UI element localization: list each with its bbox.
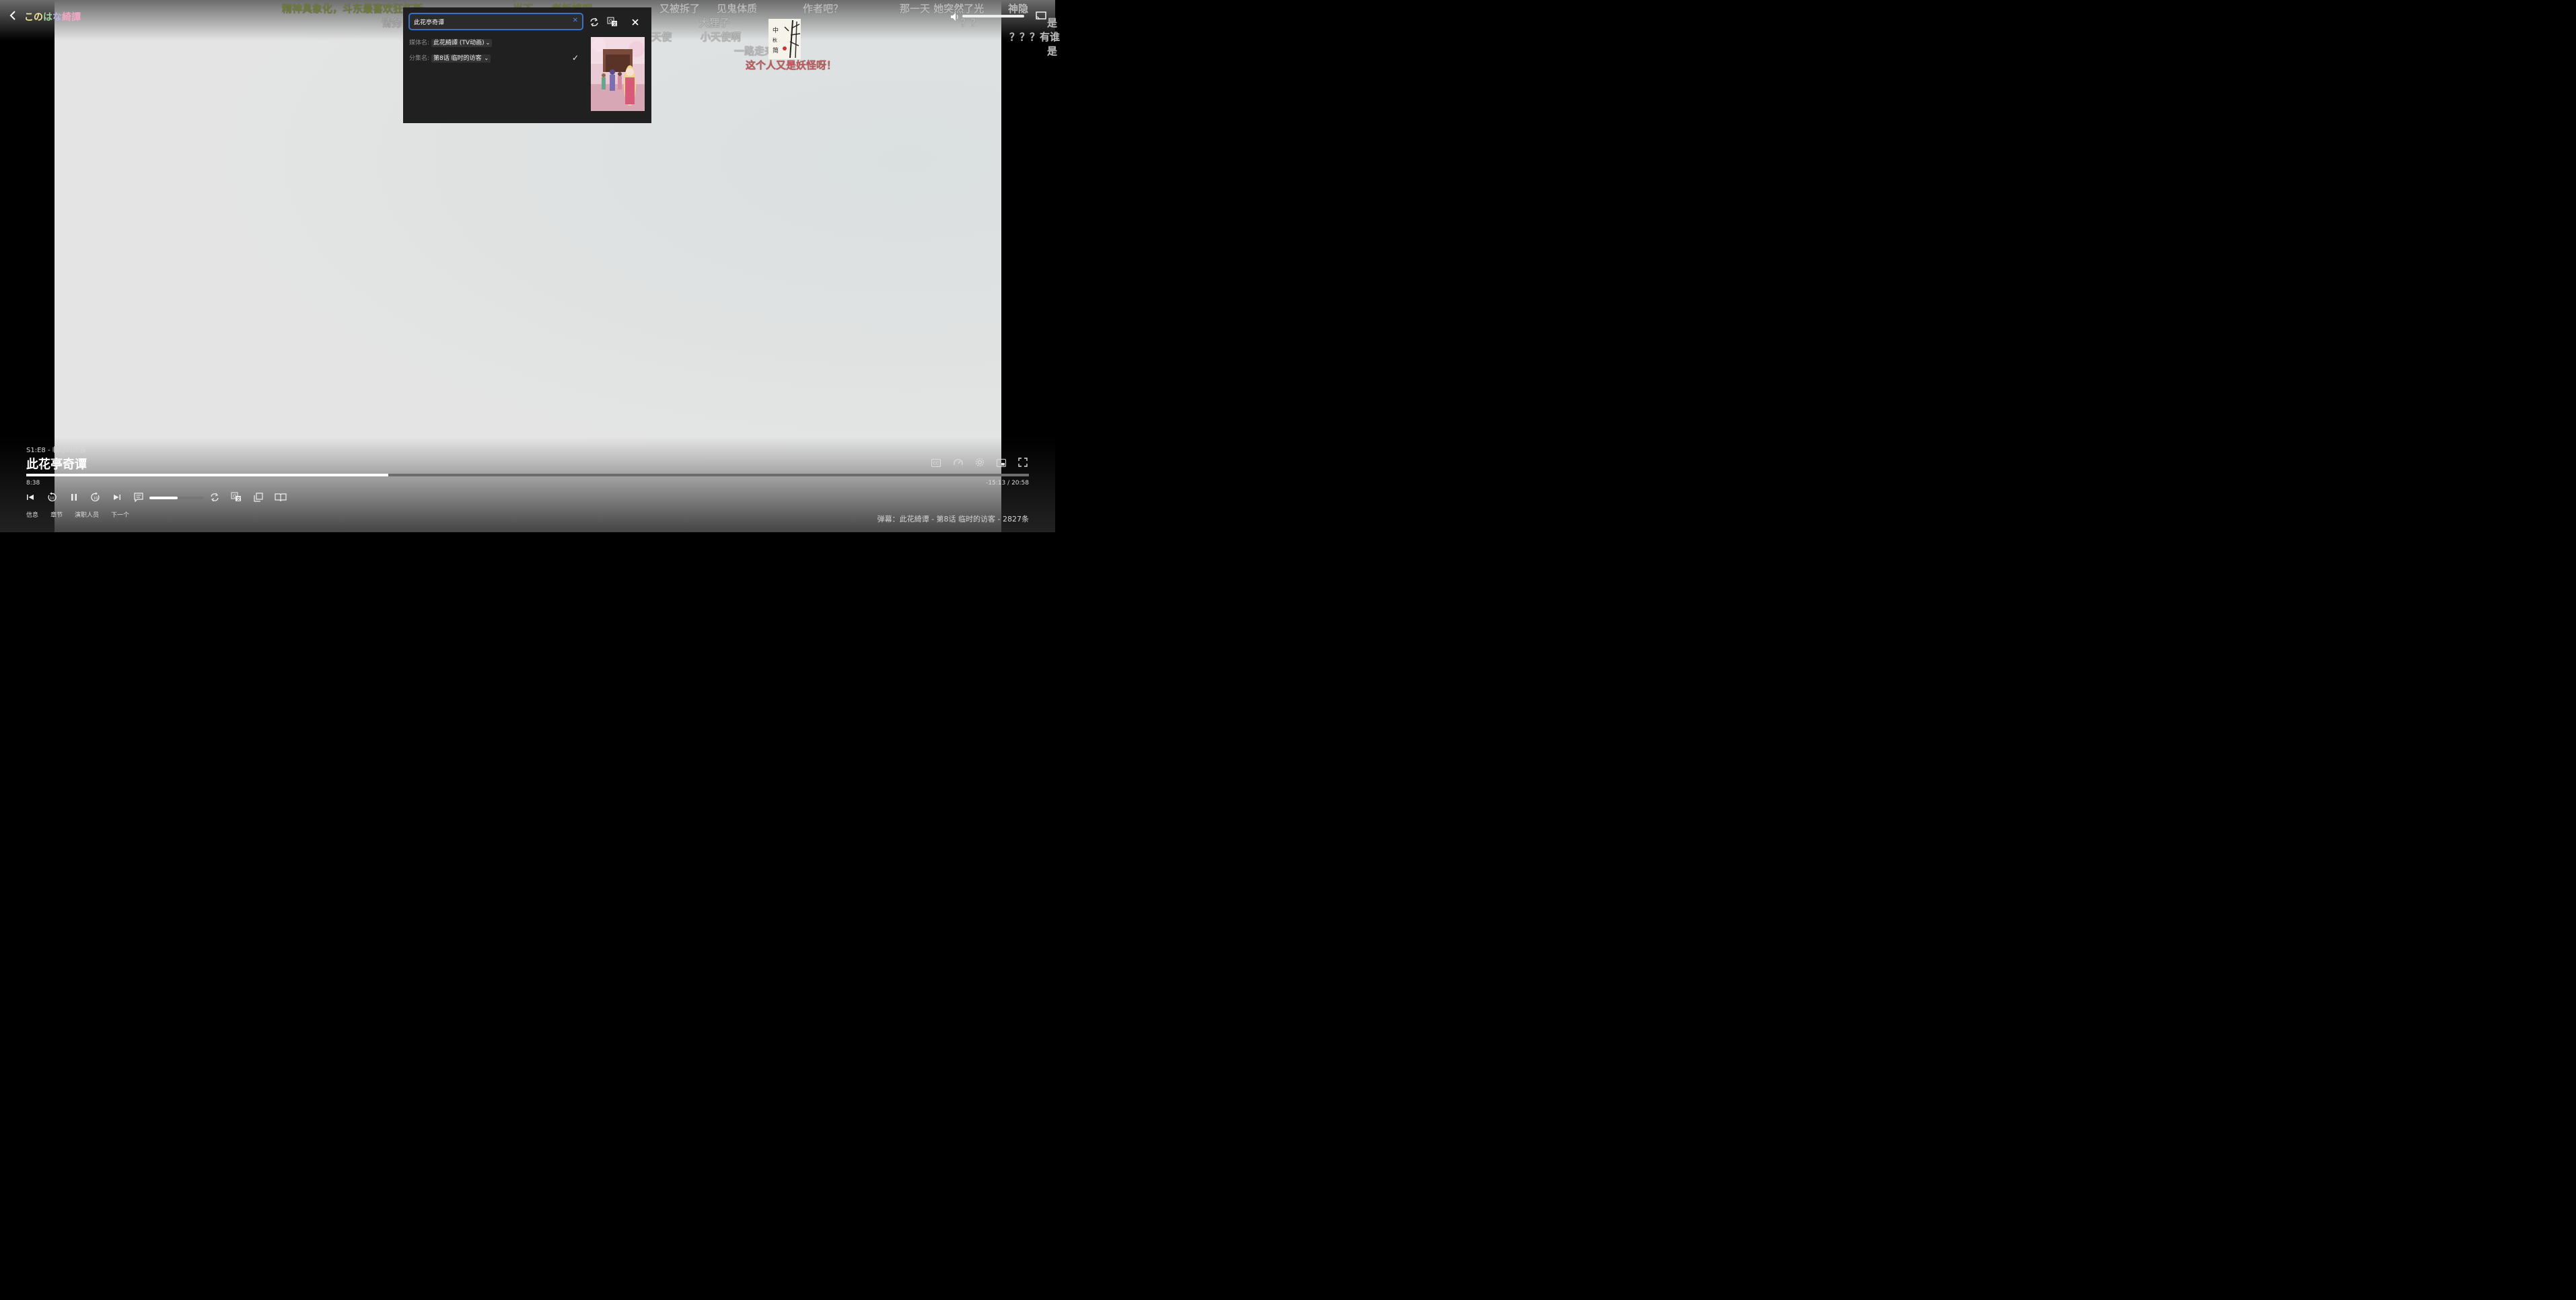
media-select[interactable]: 此花綺譚 (TV动画) ⌄ [431,39,493,47]
tab-next[interactable]: 下一个 [111,512,129,519]
danmaku-comment: 小天使啊 [701,31,742,43]
subtitles-icon[interactable]: CC [931,457,941,467]
danmaku-comment: ？？ [960,17,981,29]
picture-in-picture-icon[interactable] [997,457,1006,467]
anime-poster-image [591,37,645,111]
danmaku-comment: 作者吧？ [803,3,844,15]
svg-text:CC: CC [933,462,939,466]
book-icon[interactable] [275,492,287,504]
danmaku-comment: 是 [1047,45,1058,57]
episode-select[interactable]: 第8话 临时的访客 ⌄ [431,55,491,63]
video-title: 此花亭奇谭 [26,458,87,472]
danmaku-opacity-slider[interactable] [149,497,203,499]
danmaku-comment: 请务 [382,17,402,29]
progress-fill [26,474,388,476]
svg-text:文: 文 [237,497,241,502]
back-arrow-icon[interactable] [8,9,19,23]
danmaku-comment: 这个人又是妖怪呀！ [746,59,837,71]
next-track-icon[interactable] [112,492,124,504]
tab-info[interactable]: 信息 [26,512,38,519]
danmaku-comment: 见鬼体质 [717,3,758,15]
cast-icon[interactable] [1036,11,1046,24]
bottom-tabs: 信息 章节 演职人员 下一个 [26,510,141,519]
refresh-match-icon[interactable] [589,17,600,28]
time-remaining: -15:13 / 20:58 [986,480,1029,486]
tab-cast[interactable]: 演职人员 [75,512,99,519]
svg-text:简: 简 [773,46,779,55]
settings-gear-icon[interactable] [975,457,985,467]
search-input[interactable] [414,16,565,27]
danmaku-status: 弹幕：此花綺谭 - 第8话 临时的访客 - 2827条 [877,515,1029,523]
danmaku-comment: ？？？有谁 [1009,31,1061,43]
svg-text:10: 10 [50,497,54,501]
speed-icon[interactable] [954,457,963,466]
fullscreen-icon[interactable] [1018,457,1028,467]
danmaku-comment: 神隐 [1008,3,1029,15]
danmaku-comment: 那一天 她突然了光 [900,3,985,15]
episode-label: 分集名: [409,55,430,62]
show-logo: このはな綺譚 [24,12,81,23]
svg-text:中: 中 [773,26,779,34]
copy-icon[interactable] [253,492,265,504]
duration: 20:58 [1011,480,1029,486]
danmaku-match-dialog: ✕ G文 媒体名:此花綺譚 (TV动画)⌄ 分集名:第8话 临时的访客⌄ ✓ [403,7,651,123]
media-label: 媒体名: [409,40,430,46]
previous-track-icon[interactable] [25,492,37,504]
translate-danmaku-icon[interactable]: G文 [231,492,243,504]
refresh-danmaku-icon[interactable] [209,492,221,504]
top-volume-slider[interactable] [962,15,1024,17]
volume-icon[interactable] [950,11,960,24]
forward-10-icon[interactable]: 10 [90,492,102,504]
svg-text:10: 10 [94,497,98,501]
bamboo-painting-image: 中 秋 简 [768,19,801,59]
svg-text:秋: 秋 [773,37,777,43]
clear-icon[interactable]: ✕ [573,17,578,24]
current-time: 8:38 [26,480,40,486]
slider-fill [149,497,178,499]
rewind-10-icon[interactable]: 10 [46,492,59,504]
danmaku-comment: 是 [1047,17,1058,29]
svg-text:文: 文 [613,22,617,27]
progress-bar[interactable] [26,474,1029,476]
danmaku-comment: 大狸子 [699,17,730,29]
search-box[interactable]: ✕ [408,13,583,30]
tab-chapters[interactable]: 章节 [50,512,63,519]
danmaku-comment: 又被拆了 [659,3,701,15]
episode-row: 分集名: 第8话 临时的访客 ⌄ [409,53,491,63]
danmaku-toggle-icon[interactable] [133,492,145,504]
close-icon[interactable] [631,17,641,28]
media-row: 媒体名: 此花綺譚 (TV动画) ⌄ [409,38,493,47]
danmaku-comment: 天使 [651,31,672,43]
danmaku-comment: 精神具象化，斗东最喜欢狂拓新 [282,3,424,15]
translate-icon[interactable]: G文 [607,17,618,28]
confirm-check-icon[interactable]: ✓ [572,53,579,63]
episode-code: S1:E8 - 临时的访客 [26,447,86,454]
pause-icon[interactable] [69,492,81,504]
